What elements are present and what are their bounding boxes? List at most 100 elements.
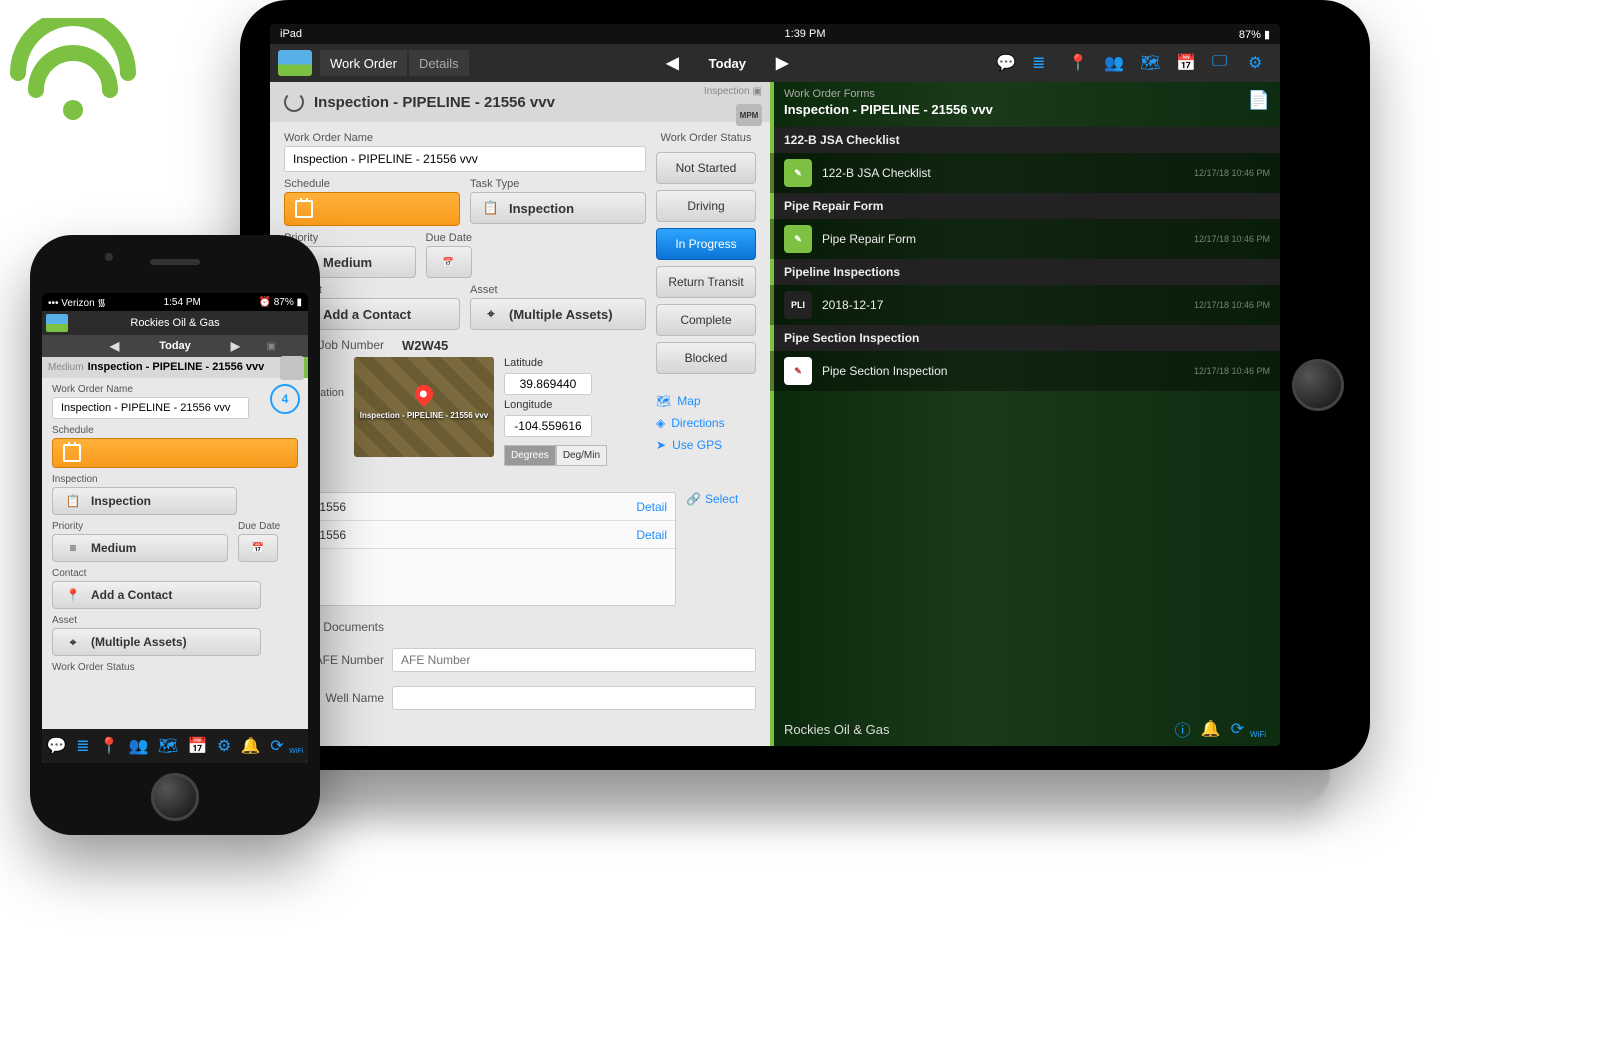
asset-detail-link[interactable]: Detail (636, 500, 667, 514)
iphone-wo-header[interactable]: ▣ Medium Inspection - PIPELINE - 21556 v… (42, 357, 308, 378)
asset-detail-link[interactable]: Detail (636, 528, 667, 542)
priority-button[interactable]: ≡ Medium (52, 534, 228, 562)
iphone-home-button[interactable] (151, 773, 199, 821)
asset-button[interactable]: ⌖ (Multiple Assets) (52, 628, 261, 656)
deg-degrees[interactable]: Degrees (504, 445, 556, 466)
app-logo[interactable] (278, 50, 312, 76)
bell-icon[interactable]: 🔔 (1201, 719, 1221, 739)
asset-select-link[interactable]: 🔗Select (686, 492, 756, 506)
duedate-label: Due Date (238, 521, 298, 532)
clipboard-icon: 📋 (63, 491, 83, 511)
form-item[interactable]: ✎ Pipe Section Inspection 12/17/18 10:46… (770, 351, 1280, 391)
nav-today[interactable]: Today (709, 56, 746, 71)
nav-today[interactable]: Today (159, 340, 191, 352)
gps-icon: ➤ (656, 438, 666, 452)
deg-degmin[interactable]: Deg/Min (556, 445, 607, 466)
nav-prev-icon[interactable]: ◀ (110, 339, 119, 353)
asset-value: (Multiple Assets) (509, 307, 613, 322)
form-item-label: 122-B JSA Checklist (822, 166, 931, 180)
org-name: Rockies Oil & Gas (130, 317, 219, 329)
wo-name-input[interactable] (52, 397, 249, 419)
form-item[interactable]: ✎ 122-B JSA Checklist 12/17/18 10:46 PM (770, 153, 1280, 193)
lat-input[interactable] (504, 373, 592, 395)
iphone-clock: 1:54 PM (164, 297, 201, 308)
gear-icon[interactable]: ⚙ (217, 736, 231, 756)
afe-input[interactable] (392, 648, 756, 672)
refresh-icon[interactable] (284, 92, 304, 112)
accent-bar (304, 357, 308, 378)
usegps-link[interactable]: ➤Use GPS (656, 438, 756, 452)
asset-button[interactable]: ⌖ (Multiple Assets) (470, 298, 646, 330)
forms-count-badge[interactable]: 4 (270, 384, 300, 414)
priority-value: Medium (323, 255, 372, 270)
inspection-label: Inspection (52, 474, 298, 485)
schedule-button[interactable] (52, 438, 298, 468)
add-form-icon[interactable]: 📄 (1248, 90, 1270, 111)
calendar-icon[interactable]: 📅 (188, 736, 208, 756)
presentation-icon[interactable]: 🖵 (1212, 53, 1232, 73)
nav-prev-icon[interactable]: ◀ (666, 53, 678, 73)
iphone-screen: ••• Verizon ᯾ 1:54 PM ⏰ 87% ▮ Rockies Oi… (42, 293, 308, 763)
chat-icon[interactable]: 💬 (996, 53, 1016, 73)
wo-name-input[interactable] (284, 146, 646, 172)
avatar[interactable] (280, 356, 304, 380)
mappin-icon[interactable]: 📍 (99, 736, 119, 756)
sync-icon[interactable]: ⟳ (270, 736, 283, 756)
breadcrumb-root[interactable]: Work Order (320, 50, 407, 76)
deg-toggle[interactable]: Degrees Deg/Min (504, 445, 607, 466)
contact-button[interactable]: 📍 Add a Contact (52, 581, 261, 609)
ipad-home-button[interactable] (1292, 359, 1344, 411)
wo-name-label: Work Order Name (52, 384, 298, 395)
status-complete[interactable]: Complete (656, 304, 756, 336)
ipad-screen: iPad 1:39 PM 87% ▮ Work Order Details ◀ … (270, 24, 1280, 746)
mappin-icon[interactable]: 📍 (1068, 53, 1088, 73)
info-icon[interactable]: ⓘ (1175, 717, 1191, 741)
breadcrumb-sub[interactable]: Details (409, 50, 469, 76)
mpm-badge: MPM (736, 104, 762, 126)
people-icon[interactable]: 👥 (128, 736, 148, 756)
asset-row[interactable]: ✕ 21556 Detail (285, 521, 675, 549)
form-item[interactable]: ✎ Pipe Repair Form 12/17/18 10:46 PM (770, 219, 1280, 259)
duedate-button[interactable]: 📅 (238, 534, 278, 562)
schedule-label: Schedule (284, 178, 460, 190)
wellname-input[interactable] (392, 686, 756, 710)
contact-value: Add a Contact (323, 307, 411, 322)
inspection-button[interactable]: 📋 Inspection (52, 487, 237, 515)
asset-row[interactable]: ✕ 21556 Detail (285, 493, 675, 521)
asset-value: (Multiple Assets) (91, 635, 187, 649)
status-not-started[interactable]: Not Started (656, 152, 756, 184)
duedate-button[interactable]: 📅 (426, 246, 472, 278)
form-item[interactable]: PLI 2018-12-17 12/17/18 10:46 PM (770, 285, 1280, 325)
status-in-progress[interactable]: In Progress (656, 228, 756, 260)
directions-icon: ◈ (656, 416, 665, 430)
chat-icon[interactable]: 💬 (47, 736, 67, 756)
lon-input[interactable] (504, 415, 592, 437)
nav-next-icon[interactable]: ▶ (231, 339, 240, 353)
gear-icon[interactable]: ⚙ (1248, 53, 1268, 73)
map-icon[interactable]: 🗺 (1140, 53, 1160, 73)
status-return-transit[interactable]: Return Transit (656, 266, 756, 298)
bell-icon[interactable]: 🔔 (241, 736, 261, 756)
form-thumb-icon: ✎ (784, 357, 812, 385)
status-blocked[interactable]: Blocked (656, 342, 756, 374)
forms-header-small: Work Order Forms (784, 88, 1270, 100)
list-icon[interactable]: ≣ (1032, 53, 1052, 73)
nav-next-icon[interactable]: ▶ (776, 53, 788, 73)
schedule-button[interactable] (284, 192, 460, 226)
form-timestamp: 12/17/18 10:46 PM (1194, 234, 1270, 244)
calendar-icon[interactable]: 📅 (1176, 53, 1196, 73)
list-icon[interactable]: ≣ (76, 736, 89, 756)
map-icon[interactable]: 🗺 (158, 736, 178, 756)
jobnum-value: W2W45 (394, 338, 448, 353)
directions-link[interactable]: ◈Directions (656, 416, 756, 430)
map-link[interactable]: 🗺Map (656, 394, 756, 408)
priority-label: Priority (284, 232, 416, 244)
app-logo[interactable] (46, 314, 68, 332)
people-icon[interactable]: 👥 (1104, 53, 1124, 73)
status-driving[interactable]: Driving (656, 190, 756, 222)
duedate-label: Due Date (426, 232, 505, 244)
tasktype-button[interactable]: 📋 Inspection (470, 192, 646, 224)
sync-icon[interactable]: ⟳ (1231, 719, 1244, 739)
form-timestamp: 12/17/18 10:46 PM (1194, 168, 1270, 178)
map-thumbnail[interactable]: Inspection - PIPELINE - 21556 vvv (354, 357, 494, 457)
